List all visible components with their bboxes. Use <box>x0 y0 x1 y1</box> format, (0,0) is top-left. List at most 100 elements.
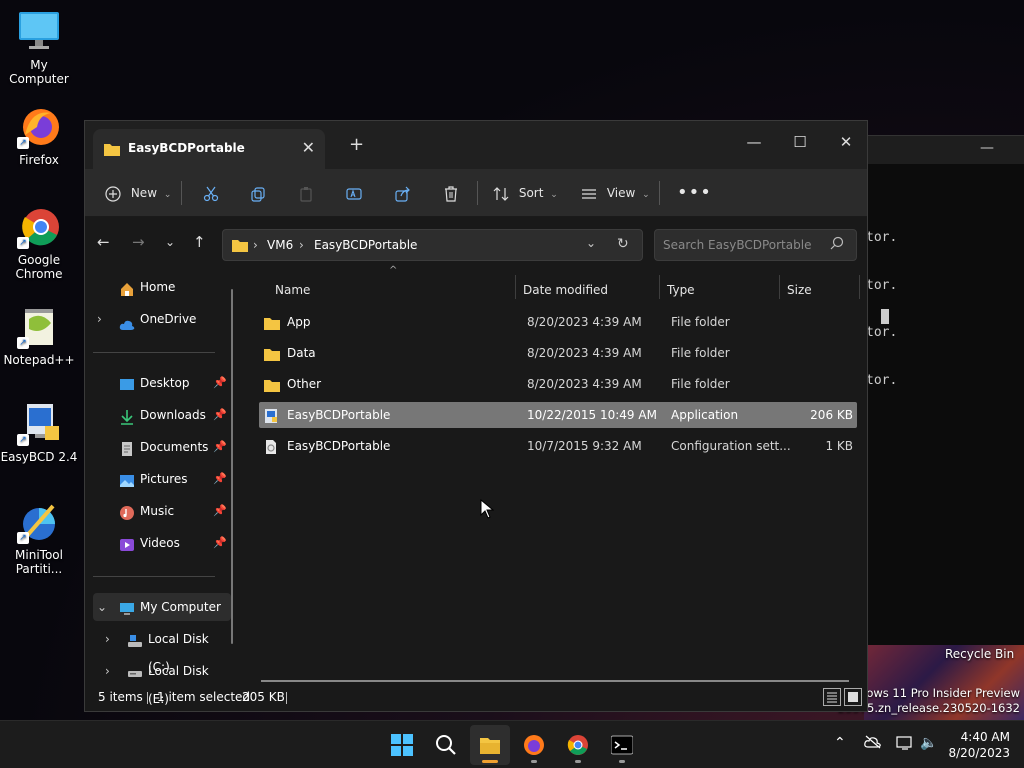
clock[interactable]: 4:40 AM 8/20/2023 <box>948 729 1010 761</box>
tiles-view-button[interactable] <box>844 688 862 706</box>
more-options-button[interactable]: ••• <box>677 179 712 207</box>
desktop-icon-notepadpp[interactable]: ↗ Notepad++ <box>0 305 78 367</box>
column-header-date[interactable]: Date modified <box>523 275 608 305</box>
pin-icon[interactable]: 📌 <box>213 433 227 461</box>
back-button[interactable]: ← <box>97 233 110 251</box>
column-divider[interactable] <box>659 275 660 299</box>
taskbar-chrome[interactable] <box>558 725 598 765</box>
pin-icon[interactable]: 📌 <box>213 401 227 429</box>
copy-button[interactable] <box>250 179 266 207</box>
close-icon[interactable]: ✕ <box>302 138 315 157</box>
file-row[interactable]: Data 8/20/2023 4:39 AM File folder <box>259 340 857 366</box>
view-button[interactable]: View ⌄ <box>581 179 650 207</box>
new-button[interactable]: New ⌄ <box>105 179 171 207</box>
nav-item-home[interactable]: Home <box>93 273 231 301</box>
column-divider[interactable] <box>859 275 860 299</box>
rename-button[interactable] <box>346 179 362 207</box>
chevron-down-icon[interactable]: ⌄ <box>586 236 596 250</box>
search-icon[interactable] <box>830 236 844 253</box>
refresh-icon[interactable]: ↻ <box>617 236 629 252</box>
pin-icon[interactable]: 📌 <box>213 529 227 557</box>
chevron-right-icon[interactable]: › <box>97 305 102 333</box>
desktop-icon-easybcd[interactable]: ↗ EasyBCD 2.4 <box>0 402 78 464</box>
nav-item-downloads[interactable]: Downloads 📌 <box>93 401 231 429</box>
desktop-icon-my-computer[interactable]: My Computer <box>0 10 78 86</box>
network-icon[interactable] <box>896 735 914 755</box>
navigation-scrollbar[interactable] <box>231 289 233 644</box>
close-window-button[interactable]: ✕ <box>823 127 867 157</box>
forward-button[interactable]: → <box>132 233 145 251</box>
column-divider[interactable] <box>779 275 780 299</box>
file-row[interactable]: Other 8/20/2023 4:39 AM File folder <box>259 371 857 397</box>
nav-item-documents[interactable]: Documents 📌 <box>93 433 231 461</box>
up-button[interactable]: ↑ <box>193 233 206 251</box>
nav-item-local-disk-e[interactable]: › Local Disk (E:) <box>93 657 231 706</box>
delete-button[interactable] <box>443 179 459 207</box>
recycle-bin-label[interactable]: Recycle Bin <box>945 647 1014 661</box>
file-type: File folder <box>671 377 730 391</box>
nav-item-my-computer[interactable]: ⌄ My Computer <box>93 593 231 621</box>
shortcut-arrow-icon: ↗ <box>17 137 29 149</box>
breadcrumb-vm6[interactable]: VM6 <box>267 238 293 252</box>
copy-icon <box>251 186 265 202</box>
search-button[interactable] <box>426 725 466 765</box>
start-button[interactable] <box>382 725 422 765</box>
recent-locations-button[interactable]: ⌄ <box>165 235 175 249</box>
taskbar-terminal[interactable] <box>602 725 642 765</box>
column-header-size[interactable]: Size <box>787 275 812 305</box>
column-header-type[interactable]: Type <box>667 275 695 305</box>
file-size: 1 KB <box>825 439 853 453</box>
terminal-window[interactable]: — tor. tor. tor. tor. <box>860 135 1024 645</box>
cloud-offline-icon[interactable] <box>864 735 882 753</box>
maximize-button[interactable]: ☐ <box>777 127 823 157</box>
explorer-titlebar[interactable]: EasyBCDPortable ✕ + — ☐ ✕ <box>85 121 867 169</box>
taskbar-file-explorer[interactable] <box>470 725 510 765</box>
breadcrumb-easybcdportable[interactable]: EasyBCDPortable <box>314 238 417 252</box>
chevron-up-icon[interactable]: ⌃ <box>834 735 846 751</box>
desktop-icon-firefox[interactable]: ↗ Firefox <box>0 105 78 167</box>
sort-button[interactable]: Sort ⌄ <box>493 179 558 207</box>
minimize-button[interactable]: — <box>731 127 777 157</box>
chevron-down-icon[interactable]: ⌄ <box>97 593 107 621</box>
paste-button[interactable] <box>298 179 314 207</box>
column-divider[interactable] <box>515 275 516 299</box>
taskbar-firefox[interactable] <box>514 725 554 765</box>
pin-icon[interactable]: 📌 <box>213 465 227 493</box>
file-explorer-window[interactable]: EasyBCDPortable ✕ + — ☐ ✕ New ⌄ Sort ⌄ V… <box>84 120 868 712</box>
column-header-name[interactable]: Name <box>275 275 310 305</box>
search-input[interactable] <box>663 236 823 254</box>
file-list: ^ Name Date modified Type Size App 8/20/… <box>253 265 865 689</box>
file-row[interactable]: App 8/20/2023 4:39 AM File folder <box>259 309 857 335</box>
nav-item-pictures[interactable]: Pictures 📌 <box>93 465 231 493</box>
terminal-line: tor. <box>866 278 898 293</box>
cut-button[interactable] <box>203 179 219 207</box>
desktop-icon-chrome[interactable]: ↗ Google Chrome <box>0 205 78 281</box>
volume-icon[interactable]: 🔈 <box>920 735 937 751</box>
music-icon <box>119 503 135 531</box>
pin-icon[interactable]: 📌 <box>213 369 227 397</box>
new-tab-button[interactable]: + <box>349 134 364 155</box>
nav-label: My Computer <box>140 600 221 614</box>
nav-label: OneDrive <box>140 312 197 326</box>
address-bar[interactable]: › VM6 › EasyBCDPortable ⌄ ↻ <box>222 229 643 261</box>
search-box[interactable] <box>654 229 857 261</box>
file-date: 8/20/2023 4:39 AM <box>527 346 642 360</box>
file-row[interactable]: EasyBCDPortable 10/7/2015 9:32 AM Config… <box>259 433 857 459</box>
share-button[interactable] <box>395 179 411 207</box>
details-view-button[interactable] <box>823 688 841 706</box>
desktop-icon-minitool[interactable]: ↗ MiniTool Partiti... <box>0 500 78 576</box>
chevron-right-icon[interactable]: › <box>105 625 110 653</box>
nav-item-desktop[interactable]: Desktop 📌 <box>93 369 231 397</box>
nav-item-local-disk-c[interactable]: › Local Disk (C:) <box>93 625 231 674</box>
horizontal-scrollbar[interactable] <box>261 680 849 682</box>
nav-item-videos[interactable]: Videos 📌 <box>93 529 231 557</box>
minimize-icon[interactable]: — <box>980 140 994 156</box>
chevron-right-icon[interactable]: › <box>105 657 110 685</box>
file-row-selected[interactable]: EasyBCDPortable 10/22/2015 10:49 AM Appl… <box>259 402 857 428</box>
tab-easybcdportable[interactable]: EasyBCDPortable ✕ <box>93 129 325 169</box>
terminal-titlebar[interactable]: — <box>860 136 1024 164</box>
nav-item-onedrive[interactable]: › OneDrive <box>93 305 231 333</box>
nav-label: Pictures <box>140 472 188 486</box>
nav-item-music[interactable]: Music 📌 <box>93 497 231 525</box>
pin-icon[interactable]: 📌 <box>213 497 227 525</box>
